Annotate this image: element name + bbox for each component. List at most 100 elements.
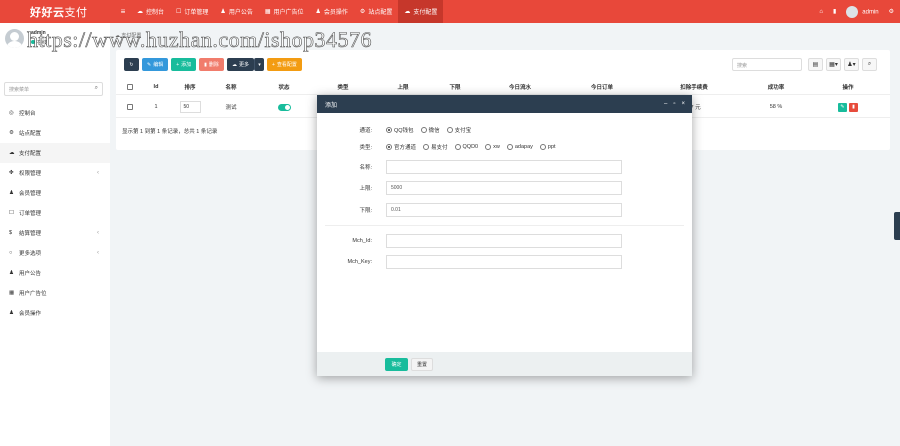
- trash-icon: ▮: [852, 104, 855, 110]
- sort-input[interactable]: 50: [179, 101, 201, 113]
- sidebar-item-site-config[interactable]: ⚙ 站点配置: [0, 123, 110, 143]
- sidebar-item-ads[interactable]: ▦ 用户广告位: [0, 283, 110, 303]
- delete-button[interactable]: ▮ 删除: [199, 58, 224, 71]
- sidebar-item-member-ops[interactable]: ♟ 会员操作: [0, 303, 110, 323]
- trash-icon: ▮: [204, 61, 207, 68]
- minimize-icon[interactable]: –: [664, 101, 667, 107]
- top-nav-dashboard[interactable]: ☁ 控制台: [131, 0, 170, 23]
- radio-icon: [485, 144, 492, 150]
- column-header[interactable]: 类型: [328, 79, 358, 94]
- columns-button[interactable]: ▦▾: [826, 58, 841, 71]
- radio-icon: [506, 144, 513, 150]
- user-icon: ♟: [9, 310, 14, 316]
- sidebar-item-pay-config[interactable]: ☁ 支付配置: [0, 143, 110, 163]
- select-all-checkbox[interactable]: [124, 79, 136, 94]
- column-header[interactable]: 排序: [178, 79, 202, 94]
- trash-icon[interactable]: ▮: [833, 8, 836, 15]
- type-option-epay[interactable]: 易支付: [423, 143, 448, 151]
- channel-option-wechat[interactable]: 微信: [420, 126, 440, 134]
- form-divider: [325, 225, 684, 226]
- row-delete-button[interactable]: ▮: [849, 102, 858, 112]
- side-drawer-handle[interactable]: [894, 212, 900, 240]
- table-search-input[interactable]: 搜索: [732, 58, 802, 71]
- advanced-search-button[interactable]: ⌕: [862, 58, 877, 71]
- type-option-qqd0[interactable]: QQD0: [454, 144, 478, 150]
- column-header[interactable]: Id: [146, 79, 166, 94]
- sidebar-item-notice[interactable]: ♟ 用户公告: [0, 263, 110, 283]
- menu-toggle-icon[interactable]: ≡: [115, 7, 131, 16]
- confirm-button[interactable]: 确定: [385, 358, 408, 371]
- mch-id-row: Mch_Id:: [317, 234, 692, 248]
- sidebar-item-orders[interactable]: ☐ 订单管理: [0, 203, 110, 223]
- type-option-xw[interactable]: xw: [485, 144, 500, 150]
- edit-button[interactable]: ✎ 编辑: [142, 58, 169, 71]
- sidebar-item-settlement[interactable]: $ 结算管理 ‹: [0, 223, 110, 243]
- cloud-icon: ☁: [137, 9, 143, 15]
- mch-id-input[interactable]: [386, 234, 622, 248]
- column-header[interactable]: 成功率: [762, 79, 790, 94]
- channel-row: 通道: QQ钱包 微信 支付宝: [317, 123, 692, 137]
- more-dropdown-button[interactable]: ▾: [253, 58, 264, 71]
- sidebar-item-members[interactable]: ♟ 会员管理: [0, 183, 110, 203]
- search-icon[interactable]: ⌕: [95, 85, 98, 92]
- settings-icon[interactable]: ⚙: [889, 8, 894, 15]
- columns-icon: ▦▾: [829, 62, 838, 68]
- top-nav-members[interactable]: ♟ 会员操作: [310, 0, 354, 23]
- column-header[interactable]: 下限: [444, 79, 466, 94]
- top-nav-site-config[interactable]: ⚙ 站点配置: [354, 0, 398, 23]
- sidebar-search-input[interactable]: 搜索菜单 ⌕: [4, 82, 103, 96]
- top-nav-orders[interactable]: ☐ 订单管理: [170, 0, 214, 23]
- column-header[interactable]: 扣除手续费: [672, 79, 716, 94]
- column-header[interactable]: 今日流水: [501, 79, 539, 94]
- top-nav-notice[interactable]: ♟ 用户公告: [214, 0, 258, 23]
- radio-icon: [539, 144, 546, 150]
- toggle-view-button[interactable]: ▤: [808, 58, 823, 71]
- lower-limit-row: 下限: 0.01: [317, 203, 692, 217]
- row-checkbox[interactable]: [124, 97, 136, 117]
- type-option-adapay[interactable]: adapay: [506, 144, 533, 150]
- user-menu[interactable]: admin: [846, 5, 879, 18]
- sidebar-item-more[interactable]: ○ 更多选项 ‹: [0, 243, 110, 263]
- type-option-official[interactable]: 官方通道: [386, 143, 416, 151]
- upper-limit-input[interactable]: 5000: [386, 181, 622, 195]
- channel-option-alipay[interactable]: 支付宝: [446, 126, 471, 134]
- app-logo[interactable]: 好好云 支付: [0, 0, 115, 23]
- mch-key-label: Mch_Key:: [347, 259, 372, 265]
- channel-option-qq[interactable]: QQ钱包: [386, 126, 414, 134]
- home-icon[interactable]: ⌂: [819, 9, 823, 15]
- lower-limit-input[interactable]: 0.01: [386, 203, 622, 217]
- reset-button[interactable]: 重置: [411, 358, 433, 371]
- radio-icon: [420, 127, 427, 133]
- export-button[interactable]: ♟▾: [844, 58, 859, 71]
- add-button[interactable]: + 添加: [171, 58, 197, 71]
- status-toggle[interactable]: [277, 103, 291, 111]
- column-header[interactable]: 名称: [217, 79, 245, 94]
- order-icon: ☐: [176, 9, 182, 15]
- sidebar-item-dashboard[interactable]: ◎ 控制台: [0, 103, 110, 123]
- top-navbar: 好好云 支付 ≡ ☁ 控制台 ☐ 订单管理 ♟ 用户公告 ▦ 用户广告位 ♟ 会员操作 ⚙ 站…: [0, 0, 900, 23]
- column-header[interactable]: 上限: [392, 79, 414, 94]
- type-option-ppt[interactable]: ppt: [539, 144, 556, 150]
- sort-cell: 50: [178, 97, 202, 117]
- top-nav-pay-config[interactable]: ☁ 支付配置: [398, 0, 444, 23]
- sidebar-item-permissions[interactable]: ✤ 权限管理 ‹: [0, 163, 110, 183]
- name-row: 名称:: [317, 160, 692, 174]
- checkbox[interactable]: [127, 83, 133, 90]
- refresh-button[interactable]: ↻: [124, 58, 139, 71]
- view-config-button[interactable]: + 查看配置: [266, 58, 302, 71]
- user-export-icon: ♟▾: [847, 62, 856, 68]
- mch-key-input[interactable]: [386, 255, 622, 269]
- order-icon: ☐: [9, 210, 14, 216]
- close-icon[interactable]: ×: [681, 101, 685, 107]
- checkbox[interactable]: [127, 104, 133, 110]
- name-label: 名称:: [359, 165, 372, 171]
- top-nav-ads[interactable]: ▦ 用户广告位: [259, 0, 310, 23]
- search-icon: ⌕: [867, 61, 872, 67]
- column-header[interactable]: 状态: [270, 79, 298, 94]
- column-header[interactable]: 今日订单: [582, 79, 622, 94]
- operation-cell: ✎ ▮: [834, 97, 862, 117]
- row-edit-button[interactable]: ✎: [838, 102, 847, 112]
- more-button[interactable]: ☁ 更多: [226, 58, 254, 71]
- maximize-icon[interactable]: ▫: [673, 101, 675, 107]
- name-input[interactable]: [386, 160, 622, 174]
